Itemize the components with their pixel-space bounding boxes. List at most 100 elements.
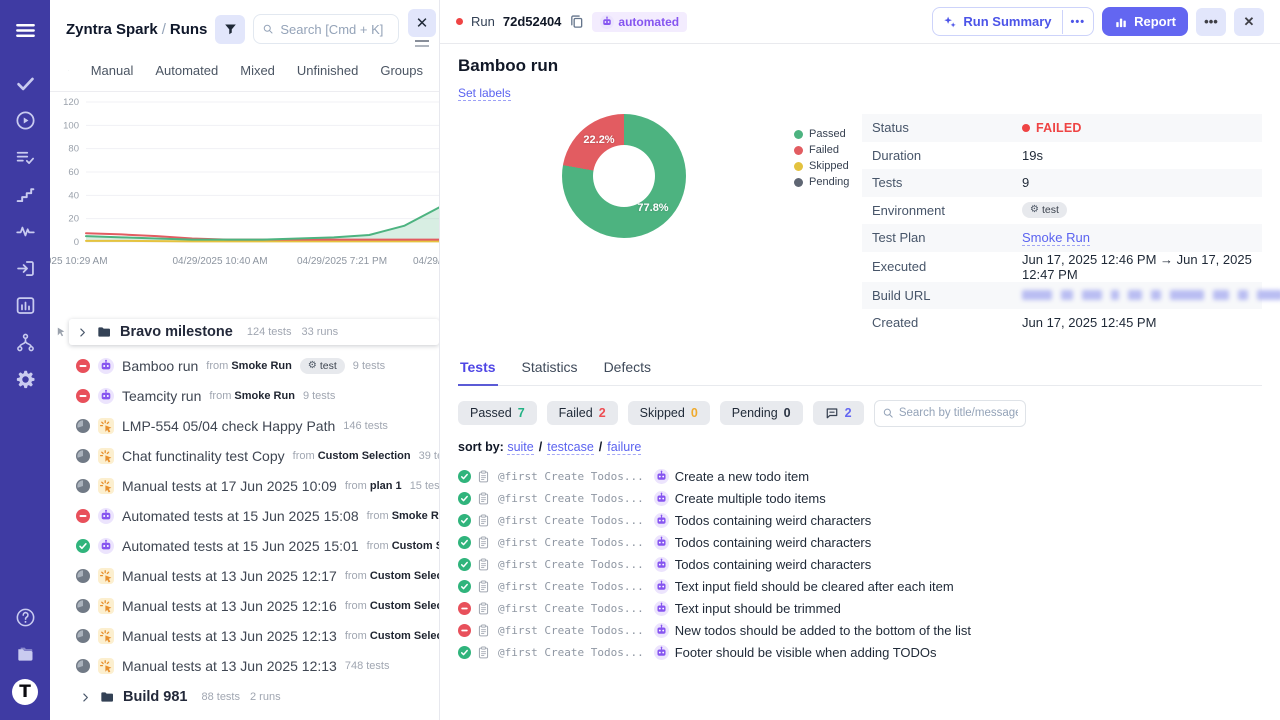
collapsed-sort-control[interactable] [415,40,429,47]
copy-icon[interactable] [569,14,584,29]
tab-unfinished[interactable]: Unfinished [297,63,358,78]
run-tests-count: 9 tests [303,390,335,402]
play-circle-icon[interactable] [8,102,42,139]
more-options-button[interactable]: ••• [1196,8,1226,36]
filter-button[interactable] [215,15,245,44]
test-row[interactable]: @first Create Todos...New todos should b… [458,620,1262,642]
set-labels-link[interactable]: Set labels [458,86,511,101]
test-row[interactable]: @first Create Todos...Todos containing w… [458,510,1262,532]
test-title: Create multiple todo items [675,491,826,506]
run-title: LMP-554 05/04 check Happy Path [122,418,335,434]
sort-by-label: sort by: [458,440,504,454]
automated-icon [654,513,669,528]
clipboard-icon [477,492,490,505]
select-all-icon[interactable] [68,62,69,79]
gear-icon[interactable] [8,361,42,398]
run-title: Manual tests at 17 Jun 2025 10:09 [122,478,337,494]
svg-text:120: 120 [63,97,79,108]
report-button[interactable]: Report [1102,7,1188,36]
test-plan-link[interactable]: Smoke Run [1022,230,1090,246]
folder-icon [99,689,115,705]
runs-search[interactable] [253,14,399,44]
info-label: Created [872,315,1022,330]
sign-in-icon[interactable] [8,250,42,287]
filter-chip-comments[interactable]: 2 [813,401,864,425]
run-tests-count: 146 tests [343,420,388,432]
filter-chip-passed[interactable]: Passed7 [458,401,537,425]
status-failed-icon [76,509,90,523]
check-icon[interactable] [8,65,42,102]
sort-by-suite[interactable]: suite [507,440,533,455]
tab-manual[interactable]: Manual [91,63,134,78]
info-value: ⚙test [1022,202,1262,218]
tab-statistics[interactable]: Statistics [520,359,580,385]
tests-search-input[interactable] [899,407,1018,419]
test-row[interactable]: @first Create Todos...Create multiple to… [458,488,1262,510]
test-row[interactable]: @first Create Todos...Todos containing w… [458,554,1262,576]
svg-text:80: 80 [68,144,79,155]
close-detail-button[interactable]: ✕ [1234,8,1264,36]
filter-chip-skipped[interactable]: Skipped0 [628,401,710,425]
test-suite-path: @first Create Todos... [498,470,644,483]
tab-mixed[interactable]: Mixed [240,63,275,78]
milestone-card[interactable]: Bravo milestone 124 tests33 runs [69,319,439,345]
run-list-item[interactable]: Manual tests at 13 Jun 2025 12:16from Cu… [50,591,439,621]
run-list-item[interactable]: Manual tests at 13 Jun 2025 12:17from Cu… [50,561,439,591]
activity-icon[interactable] [8,213,42,250]
automated-badge[interactable]: automated [592,12,687,32]
test-row[interactable]: @first Create Todos...Todos containing w… [458,532,1262,554]
test-title: Todos containing weird characters [675,557,872,572]
run-list-item[interactable]: Manual tests at 13 Jun 2025 12:13748 tes… [50,651,439,681]
run-list-item[interactable]: Automated tests at 15 Jun 2025 15:08from… [50,501,439,531]
run-source: from Smoke Run [367,510,439,522]
menu-icon[interactable] [8,12,42,49]
svg-text:0: 0 [74,237,79,248]
milestone-row[interactable]: Bravo milestone 124 tests33 runs [54,319,439,345]
test-row[interactable]: @first Create Todos...Text input field s… [458,576,1262,598]
run-list-item[interactable]: Manual tests at 17 Jun 2025 10:09from pl… [50,471,439,501]
steps-icon[interactable] [8,176,42,213]
test-row[interactable]: @first Create Todos...Footer should be v… [458,642,1262,664]
runs-search-input[interactable] [280,22,390,37]
branch-icon[interactable] [8,324,42,361]
run-title: Bamboo run [122,358,198,374]
sort-by-failure[interactable]: failure [607,440,641,455]
test-row[interactable]: @first Create Todos...Text input should … [458,598,1262,620]
tab-tests[interactable]: Tests [458,359,498,386]
help-icon[interactable] [8,599,42,636]
run-list-item[interactable]: Manual tests at 13 Jun 2025 12:13from Cu… [50,621,439,651]
sort-by-testcase[interactable]: testcase [547,440,594,455]
info-row-environment: Environment⚙test [862,197,1262,225]
run-list-item[interactable]: Bamboo runfrom Smoke Run⚙test9 tests [50,351,439,381]
run-summary-button[interactable]: Run Summary [933,8,1061,35]
run-summary-more-button[interactable]: ••• [1062,10,1094,34]
breadcrumb-project[interactable]: Zyntra Spark [66,21,158,38]
build-folder-row[interactable]: Build 981 88 tests2 runs [50,681,439,705]
tab-groups[interactable]: Groups [380,63,423,78]
run-list-item[interactable]: Teamcity runfrom Smoke Run9 tests [50,381,439,411]
run-list-item[interactable]: LMP-554 05/04 check Happy Path 146 tests [50,411,439,441]
list-check-icon[interactable] [8,139,42,176]
folder-icon[interactable] [8,636,42,673]
svg-text:100: 100 [63,120,79,131]
status-passed-icon [458,646,471,659]
chevron-right-icon[interactable] [80,692,91,703]
chevron-right-icon[interactable] [77,327,88,338]
panel-close-button[interactable]: ✕ [408,9,436,37]
filter-chip-failed[interactable]: Failed2 [547,401,618,425]
app-logo[interactable]: T [8,673,42,710]
test-row[interactable]: @first Create Todos...Create a new todo … [458,466,1262,488]
runs-history-chart: 02040608010012004/29/2025 10:29 AM04/29/… [50,91,439,283]
filter-chip-pending[interactable]: Pending0 [720,401,803,425]
run-title: Manual tests at 13 Jun 2025 12:16 [122,598,337,614]
tab-defects[interactable]: Defects [602,359,653,385]
clipboard-icon [477,646,490,659]
tab-automated[interactable]: Automated [155,63,218,78]
run-list-item[interactable]: Chat functinality test Copyfrom Custom S… [50,441,439,471]
tests-search[interactable] [874,400,1026,427]
run-detail-content: Bamboo run Set labels 22.2% 77.8% Passed… [440,44,1280,664]
run-list-item[interactable]: Automated tests at 15 Jun 2025 15:01from… [50,531,439,561]
donut-legend: PassedFailedSkippedPending [794,126,849,337]
bar-chart-icon[interactable] [8,287,42,324]
info-value: Jun 17, 2025 12:46 PM → Jun 17, 2025 12:… [1022,252,1262,282]
